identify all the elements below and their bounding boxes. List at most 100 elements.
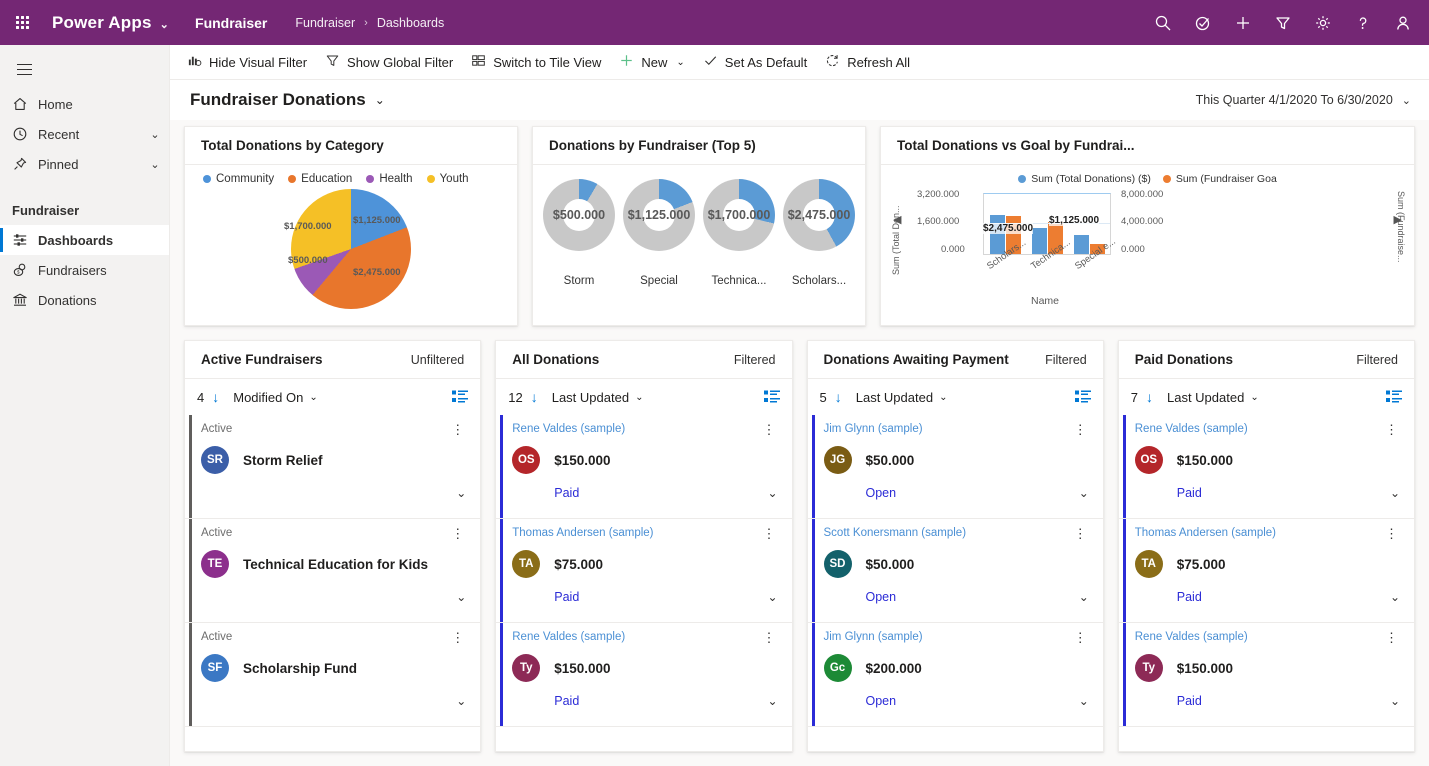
card-subtitle[interactable]: Thomas Andersen (sample) [512, 527, 653, 539]
card-status[interactable]: Paid [1135, 694, 1202, 708]
diagnostics-icon[interactable] [1183, 0, 1223, 45]
bar-total-donations[interactable] [1032, 228, 1047, 254]
legend-item-fundraiser-goal[interactable]: Sum (Fundraiser Goa [1163, 173, 1277, 185]
card-status[interactable]: Paid [1135, 590, 1202, 604]
set-as-default-button[interactable]: Set As Default [694, 47, 816, 77]
new-button[interactable]: New ⌄ [610, 47, 693, 77]
card-subtitle[interactable]: Rene Valdes (sample) [512, 423, 625, 435]
list-item[interactable]: Rene Valdes (sample) ⋮ Ty $150.000 Paid … [1119, 623, 1414, 727]
list-item[interactable]: Active ⋮ TE Technical Education for Kids… [185, 519, 480, 623]
more-options-icon[interactable]: ⋮ [1070, 527, 1091, 540]
chevron-down-icon[interactable]: ⌄ [1079, 590, 1089, 604]
card-subtitle[interactable]: Rene Valdes (sample) [1135, 631, 1248, 643]
more-options-icon[interactable]: ⋮ [759, 527, 780, 540]
chevron-down-icon[interactable]: ⌄ [767, 486, 777, 500]
card-status[interactable]: Open [824, 486, 897, 500]
refresh-all-button[interactable]: Refresh All [816, 47, 919, 77]
list-item[interactable]: Scott Konersmann (sample) ⋮ SD $50.000 O… [808, 519, 1103, 623]
more-options-icon[interactable]: ⋮ [1381, 527, 1402, 540]
breadcrumb-item-dashboards[interactable]: Dashboards [377, 16, 444, 30]
view-selector-icon[interactable] [1075, 390, 1091, 404]
sort-direction-icon[interactable]: ↓ [1146, 390, 1153, 404]
chevron-down-icon[interactable]: ⌄ [1079, 486, 1089, 500]
chevron-down-icon[interactable]: ⌄ [767, 590, 777, 604]
bar-total-donations[interactable] [990, 215, 1005, 254]
view-selector-icon[interactable] [1386, 390, 1402, 404]
card-status[interactable]: Open [824, 694, 897, 708]
hamburger-menu-icon[interactable] [0, 49, 48, 89]
donut-item-scholarship[interactable]: $2,475.000 Scholars... [780, 179, 858, 287]
list-item[interactable]: Active ⋮ SR Storm Relief ⌄ [185, 415, 480, 519]
more-options-icon[interactable]: ⋮ [1381, 631, 1402, 644]
dashboard-selector[interactable]: Fundraiser Donations ⌄ [190, 90, 385, 110]
chevron-down-icon[interactable]: ⌄ [141, 158, 169, 171]
more-options-icon[interactable]: ⋮ [1070, 423, 1091, 436]
list-body[interactable]: Rene Valdes (sample) ⋮ OS $150.000 Paid … [1119, 415, 1414, 751]
sidebar-item-recent[interactable]: Recent ⌄ [0, 119, 169, 149]
sort-direction-icon[interactable]: ↓ [531, 390, 538, 404]
sidebar-item-dashboards[interactable]: Dashboards [0, 225, 169, 255]
breadcrumb-item-fundraiser[interactable]: Fundraiser [295, 16, 355, 30]
date-range-selector[interactable]: This Quarter 4/1/2020 To 6/30/2020 ⌄ [1196, 93, 1411, 107]
chevron-down-icon[interactable]: ⌄ [767, 694, 777, 708]
list-item[interactable]: Active ⋮ SF Scholarship Fund ⌄ [185, 623, 480, 727]
donut-chart[interactable]: $500.000 Storm $1,125.000 Special [533, 165, 865, 325]
list-body[interactable]: Jim Glynn (sample) ⋮ JG $50.000 Open ⌄ [808, 415, 1103, 751]
donut-item-storm[interactable]: $500.000 Storm [540, 179, 618, 287]
card-status[interactable]: Paid [512, 694, 579, 708]
card-subtitle[interactable]: Thomas Andersen (sample) [1135, 527, 1276, 539]
chevron-down-icon[interactable]: ⌄ [456, 486, 466, 500]
more-options-icon[interactable]: ⋮ [1381, 423, 1402, 436]
card-subtitle[interactable]: Jim Glynn (sample) [824, 423, 923, 435]
sidebar-item-donations[interactable]: Donations [0, 285, 169, 315]
search-icon[interactable] [1143, 0, 1183, 45]
sidebar-item-fundraisers[interactable]: $ Fundraisers [0, 255, 169, 285]
chevron-down-icon[interactable]: ⌄ [1390, 486, 1400, 500]
bar-total-donations[interactable] [1074, 235, 1089, 254]
list-item[interactable]: Thomas Andersen (sample) ⋮ TA $75.000 Pa… [496, 519, 791, 623]
hide-visual-filter-button[interactable]: Hide Visual Filter [178, 47, 316, 77]
list-item[interactable]: Thomas Andersen (sample) ⋮ TA $75.000 Pa… [1119, 519, 1414, 623]
sort-field-selector[interactable]: Last Updated ⌄ [856, 390, 948, 405]
chevron-down-icon[interactable]: ⌄ [1079, 694, 1089, 708]
donut-item-technical[interactable]: $1,700.000 Technica... [700, 179, 778, 287]
sidebar-item-pinned[interactable]: Pinned ⌄ [0, 149, 169, 179]
card-subtitle[interactable]: Rene Valdes (sample) [512, 631, 625, 643]
filter-icon[interactable] [1263, 0, 1303, 45]
help-icon[interactable] [1343, 0, 1383, 45]
sidebar-item-home[interactable]: Home [0, 89, 169, 119]
sort-field-selector[interactable]: Last Updated ⌄ [1167, 390, 1259, 405]
user-icon[interactable] [1383, 0, 1423, 45]
card-status[interactable]: Paid [1135, 486, 1202, 500]
list-item[interactable]: Rene Valdes (sample) ⋮ OS $150.000 Paid … [1119, 415, 1414, 519]
sort-direction-icon[interactable]: ↓ [212, 390, 219, 404]
pie-disc[interactable] [291, 189, 411, 309]
chevron-down-icon[interactable]: ⌄ [1390, 694, 1400, 708]
chevron-down-icon[interactable]: ⌄ [676, 57, 684, 68]
sort-direction-icon[interactable]: ↓ [835, 390, 842, 404]
donut-item-special[interactable]: $1,125.000 Special [620, 179, 698, 287]
card-subtitle[interactable]: Scott Konersmann (sample) [824, 527, 967, 539]
card-status[interactable]: Paid [512, 590, 579, 604]
gear-icon[interactable] [1303, 0, 1343, 45]
more-options-icon[interactable]: ⋮ [1070, 631, 1091, 644]
card-subtitle[interactable]: Rene Valdes (sample) [1135, 423, 1248, 435]
more-options-icon[interactable]: ⋮ [759, 423, 780, 436]
chevron-down-icon[interactable]: ⌄ [456, 590, 466, 604]
card-subtitle[interactable]: Jim Glynn (sample) [824, 631, 923, 643]
show-global-filter-button[interactable]: Show Global Filter [316, 47, 462, 77]
legend-item-youth[interactable]: Youth [427, 173, 469, 185]
legend-item-total-donations[interactable]: Sum (Total Donations) ($) [1018, 173, 1151, 185]
list-body[interactable]: Active ⋮ SR Storm Relief ⌄ [185, 415, 480, 751]
view-selector-icon[interactable] [764, 390, 780, 404]
list-item[interactable]: Jim Glynn (sample) ⋮ JG $50.000 Open ⌄ [808, 415, 1103, 519]
app-name-label[interactable]: Fundraiser [195, 15, 267, 31]
more-options-icon[interactable]: ⋮ [447, 631, 468, 644]
list-item[interactable]: Jim Glynn (sample) ⋮ Gc $200.000 Open ⌄ [808, 623, 1103, 727]
app-launcher-button[interactable] [0, 0, 44, 45]
card-status[interactable]: Open [824, 590, 897, 604]
switch-to-tile-view-button[interactable]: Switch to Tile View [462, 47, 610, 77]
sort-field-selector[interactable]: Modified On ⌄ [233, 390, 317, 405]
chevron-down-icon[interactable]: ⌄ [141, 128, 169, 141]
view-selector-icon[interactable] [452, 390, 468, 404]
